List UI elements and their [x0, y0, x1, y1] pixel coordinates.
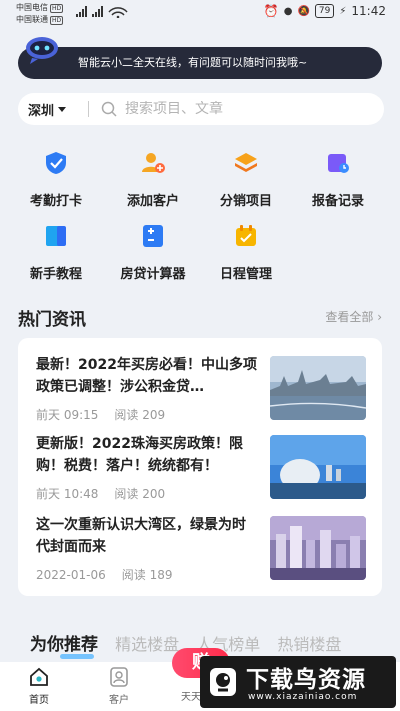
- signal-icon: [76, 6, 132, 21]
- news-item[interactable]: 这一次重新认识大湾区，绿景为时代封面而来 2022-01-06 阅读 189: [36, 514, 366, 583]
- action-label: 分销项目: [219, 194, 272, 209]
- section-title-news: 热门资讯: [18, 310, 86, 330]
- hd-badge: HD: [50, 16, 64, 25]
- action-label: 新手教程: [29, 267, 82, 282]
- location-icon: ●: [283, 5, 293, 17]
- tutorial-icon: [46, 226, 66, 246]
- tab-hot-sale[interactable]: 热销楼盘: [277, 635, 341, 654]
- news-thumbnail: [270, 516, 366, 580]
- calculator-icon: [143, 225, 163, 247]
- status-right: ⏰ ● 🔕 79 ⚡ 11:42: [264, 4, 386, 18]
- news-list: 最新！2022年买房必看！中山多项政策已调整！涉公积金贷… 前天 09:15 阅读…: [18, 338, 382, 596]
- nav-customers-label: 客户: [109, 695, 129, 706]
- action-label: 房贷计算器: [120, 267, 186, 282]
- search-icon: [101, 101, 117, 117]
- search-input[interactable]: [125, 101, 355, 117]
- alarm-icon: ⏰: [263, 4, 279, 18]
- customer-icon: [110, 667, 128, 687]
- search-bar[interactable]: 深圳: [18, 93, 384, 125]
- news-item[interactable]: 最新！2022年买房必看！中山多项政策已调整！涉公积金贷… 前天 09:15 阅读…: [36, 354, 366, 423]
- charging-icon: ⚡: [339, 5, 347, 17]
- news-title: 这一次重新认识大湾区，绿景为时代封面而来: [36, 517, 246, 555]
- nav-home-label: 首页: [29, 695, 49, 706]
- action-label: 日程管理: [219, 267, 272, 282]
- tab-featured[interactable]: 精选楼盘: [115, 635, 179, 654]
- news-date: 前天 10:48: [36, 487, 99, 501]
- silent-icon: 🔕: [297, 5, 310, 17]
- news-item[interactable]: 更新版！2022珠海买房政策！限购！税费！落户！统统都有！ 前天 10:48 阅读…: [36, 433, 366, 502]
- assistant-message: 智能云小二全天在线，有问题可以随时问我哦~: [78, 56, 308, 69]
- news-title: 最新！2022年买房必看！中山多项政策已调整！涉公积金贷…: [36, 357, 257, 395]
- nav-home[interactable]: 首页: [14, 666, 64, 706]
- action-label: 考勤打卡: [29, 194, 82, 209]
- calendar-icon: [236, 225, 256, 246]
- news-thumbnail: [270, 356, 366, 420]
- news-title: 更新版！2022珠海买房政策！限购！税费！落户！统统都有！: [36, 436, 243, 474]
- action-report-record[interactable]: 报备记录: [293, 150, 383, 209]
- carrier-1: 中国电信: [16, 3, 48, 12]
- assistant-banner[interactable]: 智能云小二全天在线，有问题可以随时问我哦~: [18, 47, 382, 79]
- nav-third-label: 天天: [181, 692, 201, 703]
- robot-icon[interactable]: [22, 30, 62, 70]
- action-schedule[interactable]: 日程管理: [201, 223, 291, 282]
- battery-icon: 79: [314, 4, 335, 18]
- news-date: 2022-01-06: [36, 568, 106, 582]
- action-label: 添加客户: [126, 194, 179, 209]
- news-reads: 阅读 200: [114, 487, 166, 501]
- action-attendance[interactable]: 考勤打卡: [11, 150, 101, 209]
- news-thumbnail: [270, 435, 366, 499]
- home-icon: [30, 667, 48, 686]
- add-user-icon: [142, 153, 165, 173]
- news-reads: 阅读 209: [114, 408, 166, 422]
- action-mortgage-calculator[interactable]: 房贷计算器: [108, 223, 198, 282]
- watermark-url: www.xiazainiao.com: [248, 692, 358, 702]
- watermark-title: 下载鸟资源: [246, 667, 366, 693]
- clock: 11:42: [351, 4, 386, 18]
- hd-badge: HD: [50, 4, 64, 13]
- news-date: 前天 09:15: [36, 408, 99, 422]
- action-label: 报备记录: [311, 194, 364, 209]
- news-reads: 阅读 189: [121, 568, 173, 582]
- action-distribution[interactable]: 分销项目: [201, 150, 291, 209]
- carrier-2: 中国联通: [16, 15, 48, 24]
- watermark: 下载鸟资源 www.xiazainiao.com: [200, 656, 396, 708]
- view-all-link[interactable]: 查看全部 ›: [325, 308, 382, 325]
- city-label: 深圳: [28, 103, 55, 119]
- bird-logo-icon: [210, 668, 236, 696]
- status-bar: 中国电信 HD 中国联通 HD ⏰ ● 🔕 79 ⚡ 11:42: [0, 0, 400, 26]
- carrier-info: 中国电信 HD 中国联通 HD: [16, 2, 64, 26]
- divider: [88, 101, 89, 117]
- action-add-customer[interactable]: 添加客户: [108, 150, 198, 209]
- caret-down-icon: [58, 106, 67, 112]
- check-shield-icon: [46, 152, 66, 174]
- nav-customers[interactable]: 客户: [94, 666, 144, 706]
- tab-recommend[interactable]: 为你推荐: [30, 635, 98, 655]
- layers-icon: [235, 153, 257, 172]
- city-selector[interactable]: 深圳: [18, 100, 88, 119]
- record-icon: [328, 154, 349, 173]
- action-tutorial[interactable]: 新手教程: [11, 223, 101, 282]
